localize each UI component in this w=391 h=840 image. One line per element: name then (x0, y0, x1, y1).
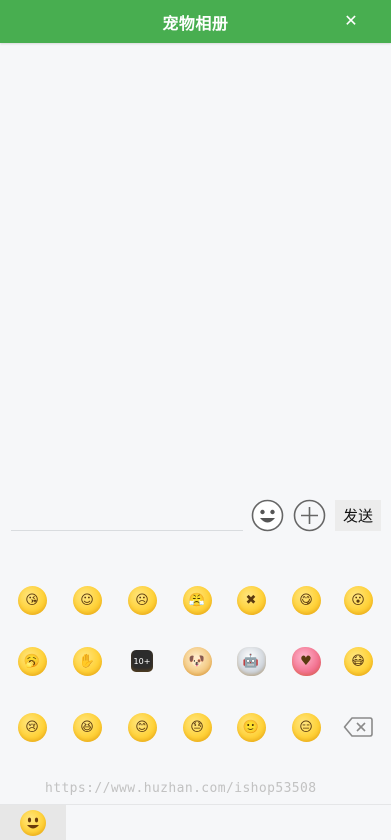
mask-emoji[interactable]: 😷 (341, 644, 375, 678)
sealed-lips-emoji[interactable]: ✖ (234, 583, 268, 617)
awkward-emoji-glyph: 😑 (291, 712, 321, 742)
backspace-icon[interactable] (341, 710, 375, 744)
doge-emoji[interactable]: 🐶 (180, 644, 214, 678)
mask-emoji-glyph: 😷 (343, 646, 373, 676)
facepalm-emoji-glyph: ✋ (72, 646, 102, 676)
close-icon[interactable]: ✕ (341, 11, 361, 31)
shy-emoji[interactable]: ☺ (70, 583, 104, 617)
emoji-panel: 😘 ☺ ☹ 😤 ✖ 😋 😮 🥱 ✋ 10+ 🐶 🤖 ♥ 😷 😢 😆 😊 😓 🙂 😑 (0, 548, 391, 804)
ten-plus-emoji[interactable]: 10+ (125, 644, 159, 678)
yawn-emoji[interactable]: 🥱 (15, 644, 49, 678)
watermark-text: https://www.huzhan.com/ishop53508 (45, 781, 317, 796)
emoji-grid: 😘 ☺ ☹ 😤 ✖ 😋 😮 🥱 ✋ 10+ 🐶 🤖 ♥ 😷 😢 😆 😊 😓 🙂 😑 (0, 548, 391, 804)
message-composer: 发送 (0, 495, 391, 540)
chat-message-area[interactable] (0, 43, 391, 495)
doge-emoji-glyph: 🐶 (182, 646, 212, 676)
cold-sweat-emoji-glyph: 😓 (182, 712, 212, 742)
blow-kiss-emoji[interactable]: 😘 (15, 583, 49, 617)
page-title: 宠物相册 (162, 15, 229, 33)
pink-blob-emoji-glyph: ♥ (291, 646, 321, 676)
sad-emoji[interactable]: ☹ (125, 583, 159, 617)
send-button[interactable]: 发送 (335, 500, 381, 531)
smile-emoji[interactable]: 🙂 (234, 710, 268, 744)
laugh-emoji-glyph: 😆 (72, 712, 102, 742)
smiley-tab-icon[interactable] (0, 805, 66, 840)
sealed-lips-emoji-glyph: ✖ (236, 585, 266, 615)
blush-emoji[interactable]: 😊 (125, 710, 159, 744)
blush-emoji-glyph: 😊 (127, 712, 157, 742)
blow-kiss-emoji-glyph: 😘 (17, 585, 47, 615)
cold-sweat-emoji[interactable]: 😓 (180, 710, 214, 744)
emoji-tab-bar (0, 804, 391, 840)
sad-emoji-glyph: ☹ (127, 585, 157, 615)
awkward-emoji[interactable]: 😑 (289, 710, 323, 744)
laugh-emoji[interactable]: 😆 (70, 710, 104, 744)
shy-emoji-glyph: ☺ (72, 585, 102, 615)
cry-emoji-glyph: 😢 (17, 712, 47, 742)
cry-emoji[interactable]: 😢 (15, 710, 49, 744)
ultraman-emoji-glyph: 🤖 (236, 646, 266, 676)
surprised-sweat-emoji[interactable]: 😮 (341, 583, 375, 617)
message-input[interactable] (11, 500, 243, 531)
tongue-emoji-glyph: 😋 (291, 585, 321, 615)
angry-emoji[interactable]: 😤 (180, 583, 214, 617)
ten-plus-emoji-glyph: 10+ (131, 650, 153, 672)
surprised-sweat-emoji-glyph: 😮 (343, 585, 373, 615)
app-header: 宠物相册 ✕ (0, 0, 391, 43)
yawn-emoji-glyph: 🥱 (17, 646, 47, 676)
angry-emoji-glyph: 😤 (182, 585, 212, 615)
smiley-tab-face (20, 809, 46, 836)
pink-blob-emoji[interactable]: ♥ (289, 644, 323, 678)
tongue-emoji[interactable]: 😋 (289, 583, 323, 617)
smile-emoji-glyph: 🙂 (236, 712, 266, 742)
plus-circle-icon[interactable] (293, 499, 326, 532)
facepalm-emoji[interactable]: ✋ (70, 644, 104, 678)
smiley-icon[interactable] (251, 499, 284, 532)
ultraman-emoji[interactable]: 🤖 (234, 644, 268, 678)
